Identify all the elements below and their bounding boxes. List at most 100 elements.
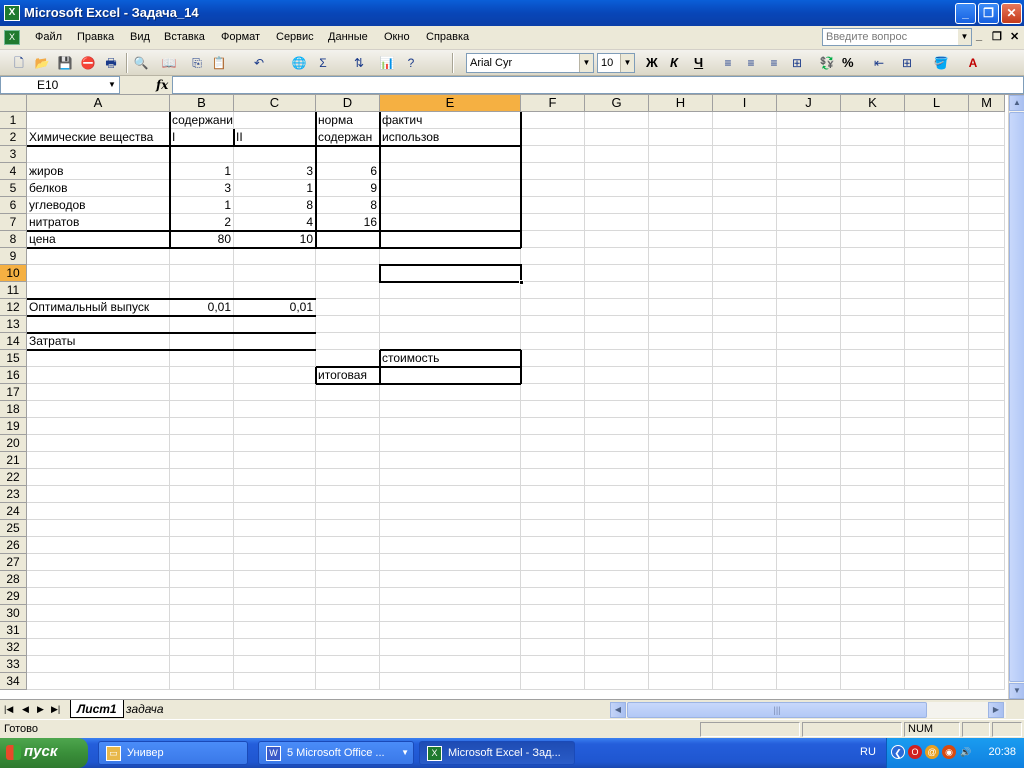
cell-g5[interactable]	[585, 180, 649, 197]
cell-d34[interactable]	[316, 673, 380, 690]
cell-e5[interactable]	[380, 180, 521, 197]
cell-m15[interactable]	[969, 350, 1005, 367]
row-header-31[interactable]: 31	[0, 622, 27, 639]
cell-m4[interactable]	[969, 163, 1005, 180]
doc-restore-button[interactable]: ❐	[992, 30, 1002, 43]
help-icon[interactable]: ?	[402, 54, 420, 72]
cell-k28[interactable]	[841, 571, 905, 588]
cell-m11[interactable]	[969, 282, 1005, 299]
cell-k8[interactable]	[841, 231, 905, 248]
cell-e15[interactable]: стоимость	[380, 350, 521, 367]
cell-i25[interactable]	[713, 520, 777, 537]
cell-g21[interactable]	[585, 452, 649, 469]
cell-e4[interactable]	[380, 163, 521, 180]
cell-g7[interactable]	[585, 214, 649, 231]
cell-i22[interactable]	[713, 469, 777, 486]
help-question-input[interactable]: Введите вопрос ▼	[822, 28, 972, 46]
cell-j20[interactable]	[777, 435, 841, 452]
cell-i1[interactable]	[713, 112, 777, 129]
cell-i20[interactable]	[713, 435, 777, 452]
cell-e6[interactable]	[380, 197, 521, 214]
cell-f34[interactable]	[521, 673, 585, 690]
copy-icon[interactable]: ⎘	[188, 54, 206, 72]
cell-h17[interactable]	[649, 384, 713, 401]
row-header-3[interactable]: 3	[0, 146, 27, 163]
cell-b5[interactable]: 3	[170, 180, 234, 197]
cell-c20[interactable]	[234, 435, 316, 452]
cell-l13[interactable]	[905, 316, 969, 333]
cell-g26[interactable]	[585, 537, 649, 554]
cell-j18[interactable]	[777, 401, 841, 418]
cell-l14[interactable]	[905, 333, 969, 350]
cell-m33[interactable]	[969, 656, 1005, 673]
cell-e22[interactable]	[380, 469, 521, 486]
cell-m1[interactable]	[969, 112, 1005, 129]
cell-d12[interactable]	[316, 299, 380, 316]
cell-a15[interactable]	[27, 350, 170, 367]
cell-e2[interactable]: использов	[380, 129, 521, 146]
cell-d7[interactable]: 16	[316, 214, 380, 231]
cell-d19[interactable]	[316, 418, 380, 435]
cell-g33[interactable]	[585, 656, 649, 673]
cell-l6[interactable]	[905, 197, 969, 214]
row-header-4[interactable]: 4	[0, 163, 27, 180]
cell-k29[interactable]	[841, 588, 905, 605]
cell-c11[interactable]	[234, 282, 316, 299]
open-icon[interactable]: 📂	[33, 54, 51, 72]
cell-g30[interactable]	[585, 605, 649, 622]
cell-f13[interactable]	[521, 316, 585, 333]
cell-j32[interactable]	[777, 639, 841, 656]
cell-j12[interactable]	[777, 299, 841, 316]
cell-i10[interactable]	[713, 265, 777, 282]
cell-b19[interactable]	[170, 418, 234, 435]
autosum-icon[interactable]: Σ	[314, 54, 332, 72]
cell-d14[interactable]	[316, 333, 380, 350]
select-all-corner[interactable]	[0, 95, 27, 112]
cell-d31[interactable]	[316, 622, 380, 639]
cell-h13[interactable]	[649, 316, 713, 333]
cell-m18[interactable]	[969, 401, 1005, 418]
cell-m19[interactable]	[969, 418, 1005, 435]
cell-b22[interactable]	[170, 469, 234, 486]
cell-e32[interactable]	[380, 639, 521, 656]
excel-icon[interactable]: X	[4, 5, 20, 21]
cell-b8[interactable]: 80	[170, 231, 234, 248]
cell-f1[interactable]	[521, 112, 585, 129]
cell-e18[interactable]	[380, 401, 521, 418]
start-button[interactable]: пуск	[0, 738, 88, 768]
cell-k27[interactable]	[841, 554, 905, 571]
cell-e27[interactable]	[380, 554, 521, 571]
cell-m16[interactable]	[969, 367, 1005, 384]
cell-h5[interactable]	[649, 180, 713, 197]
column-header-f[interactable]: F	[521, 95, 585, 112]
cell-j29[interactable]	[777, 588, 841, 605]
cell-d24[interactable]	[316, 503, 380, 520]
cell-k32[interactable]	[841, 639, 905, 656]
cell-c27[interactable]	[234, 554, 316, 571]
cell-h6[interactable]	[649, 197, 713, 214]
cell-l1[interactable]	[905, 112, 969, 129]
cell-k31[interactable]	[841, 622, 905, 639]
cell-j33[interactable]	[777, 656, 841, 673]
cell-f6[interactable]	[521, 197, 585, 214]
chart-icon[interactable]: 📊	[378, 54, 396, 72]
cell-j7[interactable]	[777, 214, 841, 231]
row-header-13[interactable]: 13	[0, 316, 27, 333]
doc-minimize-button[interactable]: _	[976, 30, 982, 42]
cell-h16[interactable]	[649, 367, 713, 384]
cell-c17[interactable]	[234, 384, 316, 401]
cell-d2[interactable]: содержан	[316, 129, 380, 146]
cell-f7[interactable]	[521, 214, 585, 231]
underline-button[interactable]: Ч	[694, 55, 703, 70]
cell-f31[interactable]	[521, 622, 585, 639]
column-header-a[interactable]: A	[27, 95, 170, 112]
cell-a1[interactable]	[27, 112, 170, 129]
cell-a16[interactable]	[27, 367, 170, 384]
cell-f14[interactable]	[521, 333, 585, 350]
cell-m3[interactable]	[969, 146, 1005, 163]
first-sheet-icon[interactable]: |◀	[4, 704, 13, 715]
cell-j2[interactable]	[777, 129, 841, 146]
cell-a29[interactable]	[27, 588, 170, 605]
cell-c15[interactable]	[234, 350, 316, 367]
cell-d13[interactable]	[316, 316, 380, 333]
